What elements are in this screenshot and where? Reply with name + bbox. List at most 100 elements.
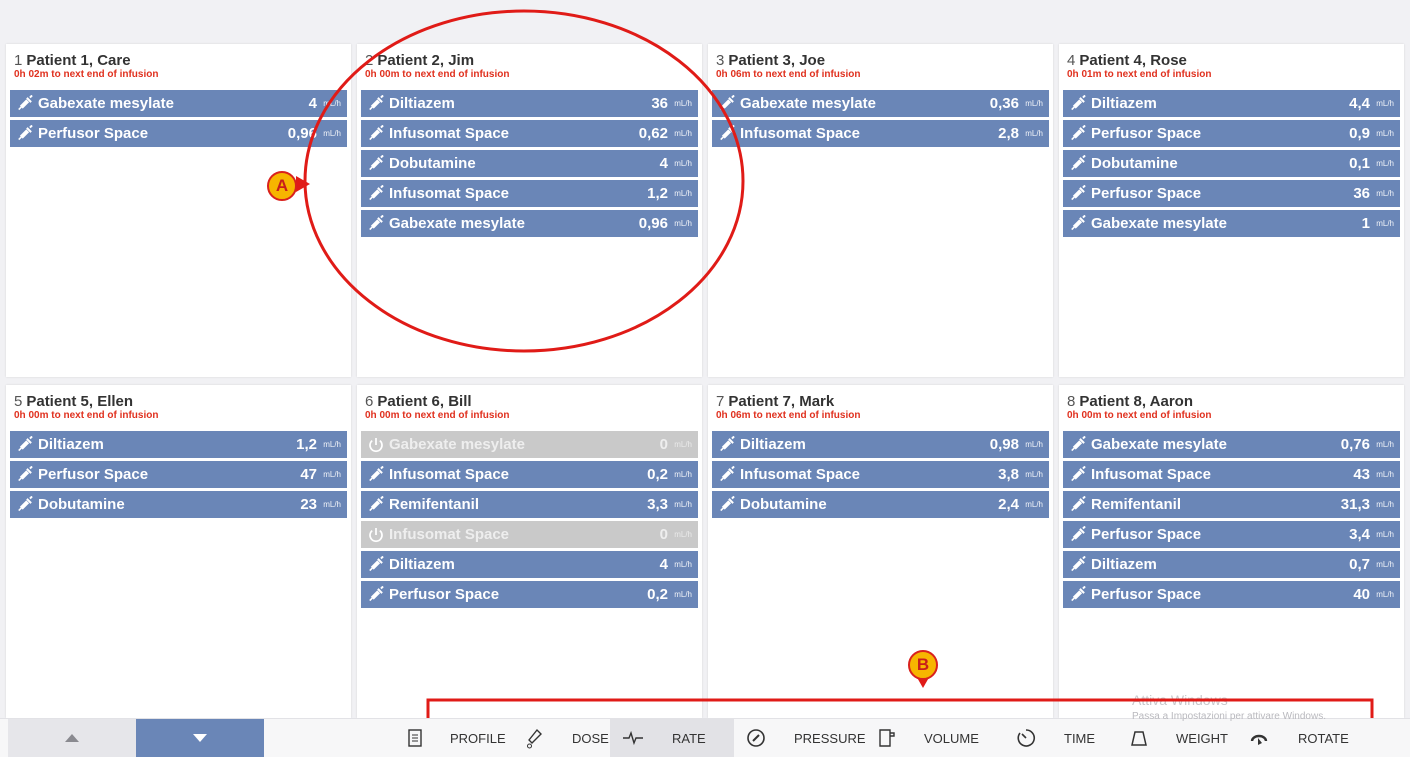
infusion-row[interactable]: Gabexate mesylate 0 mL/h xyxy=(361,431,698,458)
tool-weight[interactable]: WEIGHT xyxy=(1118,719,1236,757)
scroll-up-button[interactable] xyxy=(8,719,136,757)
infusion-row[interactable]: Diltiazem 0,98 mL/h xyxy=(712,431,1049,458)
rate-unit: mL/h xyxy=(674,129,692,138)
pressure-icon xyxy=(746,728,780,748)
infusion-row[interactable]: Gabexate mesylate 1 mL/h xyxy=(1063,210,1400,237)
rate-unit: mL/h xyxy=(1376,129,1394,138)
infusion-row[interactable]: Dobutamine 2,4 mL/h xyxy=(712,491,1049,518)
patient-card[interactable]: 5 Patient 5, Ellen 0h 00m to next end of i… xyxy=(6,385,351,718)
infusion-row[interactable]: Infusomat Space 1,2 mL/h xyxy=(361,180,698,207)
patient-name: Patient 1, Care xyxy=(26,52,131,69)
drug-name: Dobutamine xyxy=(740,496,827,513)
drug-name: Perfusor Space xyxy=(38,466,149,483)
drug-name: Perfusor Space xyxy=(38,125,149,142)
rate-unit: mL/h xyxy=(1376,189,1394,198)
infusion-row[interactable]: Remifentanil 3,3 mL/h xyxy=(361,491,698,518)
infusion-row[interactable]: Gabexate mesylate 0,36 mL/h xyxy=(712,90,1049,117)
bed-number: 4 xyxy=(1067,52,1076,69)
power-icon xyxy=(367,436,385,454)
drug-name: Gabexate mesylate xyxy=(740,95,876,112)
rate-unit: mL/h xyxy=(674,530,692,539)
patient-card[interactable]: 7 Patient 7, Mark 0h 06m to next end of in… xyxy=(708,385,1053,718)
syringe-icon xyxy=(1069,94,1087,113)
patient-card[interactable]: 2 Patient 2, Jim 0h 00m to next end of inf… xyxy=(357,44,702,377)
rate-unit: mL/h xyxy=(674,440,692,449)
infusion-row[interactable]: Diltiazem 4 mL/h xyxy=(361,551,698,578)
tool-pressure[interactable]: PRESSURE xyxy=(734,719,866,757)
patient-card[interactable]: 1 Patient 1, Care 0h 02m to next end of in… xyxy=(6,44,351,377)
rate-unit: mL/h xyxy=(674,560,692,569)
tool-time[interactable]: TIME xyxy=(1004,719,1118,757)
rate-unit: mL/h xyxy=(674,189,692,198)
infusion-row[interactable]: Infusomat Space 0,2 mL/h xyxy=(361,461,698,488)
tool-rotate[interactable]: ROTATE xyxy=(1236,719,1354,757)
tool-rate[interactable]: RATE xyxy=(610,719,734,757)
infusion-row[interactable]: Dobutamine 4 mL/h xyxy=(361,150,698,177)
infusion-row[interactable]: Infusomat Space 2,8 mL/h xyxy=(712,120,1049,147)
patient-header: 5 Patient 5, Ellen 0h 00m to next end of i… xyxy=(10,394,347,431)
infusion-row[interactable]: Diltiazem 1,2 mL/h xyxy=(10,431,347,458)
infusion-row[interactable]: Perfusor Space 47 mL/h xyxy=(10,461,347,488)
drug-name: Infusomat Space xyxy=(740,466,861,483)
scroll-down-button[interactable] xyxy=(136,719,264,757)
drug-name: Infusomat Space xyxy=(389,125,510,142)
patient-header: 6 Patient 6, Bill 0h 00m to next end of in… xyxy=(361,394,698,431)
syringe-icon xyxy=(367,184,385,203)
infusion-rate: 4 xyxy=(308,95,317,112)
syringe-icon xyxy=(16,435,34,454)
infusion-row[interactable]: Perfusor Space 3,4 mL/h xyxy=(1063,521,1400,548)
drug-name: Diltiazem xyxy=(389,95,455,112)
infusion-row[interactable]: Gabexate mesylate 0,96 mL/h xyxy=(361,210,698,237)
drug-name: Infusomat Space xyxy=(389,466,510,483)
patient-card[interactable]: 3 Patient 3, Joe 0h 06m to next end of inf… xyxy=(708,44,1053,377)
infusion-rate: 40 xyxy=(1353,586,1370,603)
infusion-rate: 23 xyxy=(300,496,317,513)
infusion-row[interactable]: Diltiazem 0,7 mL/h xyxy=(1063,551,1400,578)
rate-unit: mL/h xyxy=(1376,560,1394,569)
syringe-icon xyxy=(1069,154,1087,173)
tool-profile[interactable]: PROFILE xyxy=(396,719,514,757)
infusion-row[interactable]: Infusomat Space 0 mL/h xyxy=(361,521,698,548)
drug-name: Diltiazem xyxy=(1091,556,1157,573)
infusion-row[interactable]: Perfusor Space 36 mL/h xyxy=(1063,180,1400,207)
infusion-row[interactable]: Remifentanil 31,3 mL/h xyxy=(1063,491,1400,518)
patient-card[interactable]: 6 Patient 6, Bill 0h 00m to next end of in… xyxy=(357,385,702,718)
infusion-row[interactable]: Diltiazem 4,4 mL/h xyxy=(1063,90,1400,117)
infusion-rate: 0,2 xyxy=(647,466,668,483)
patient-header: 7 Patient 7, Mark 0h 06m to next end of in… xyxy=(712,394,1049,431)
patient-title: 6 Patient 6, Bill xyxy=(365,394,698,410)
infusion-row[interactable]: Perfusor Space 0,96 mL/h xyxy=(10,120,347,147)
infusion-row[interactable]: Gabexate mesylate 4 mL/h xyxy=(10,90,347,117)
syringe-icon xyxy=(367,154,385,173)
infusion-row[interactable]: Infusomat Space 43 mL/h xyxy=(1063,461,1400,488)
bed-number: 3 xyxy=(716,52,725,69)
patient-title: 3 Patient 3, Joe xyxy=(716,53,1049,69)
syringe-icon xyxy=(718,495,736,514)
patient-card[interactable]: 8 Patient 8, Aaron 0h 00m to next end of i… xyxy=(1059,385,1404,718)
infusion-row[interactable]: Diltiazem 36 mL/h xyxy=(361,90,698,117)
infusion-rate: 3,4 xyxy=(1349,526,1370,543)
infusion-countdown: 0h 06m to next end of infusion xyxy=(716,410,861,421)
infusion-row[interactable]: Infusomat Space 3,8 mL/h xyxy=(712,461,1049,488)
drug-name: Perfusor Space xyxy=(389,586,500,603)
tool-dose[interactable]: DOSE xyxy=(514,719,610,757)
patient-title: 1 Patient 1, Care xyxy=(14,53,347,69)
infusion-row[interactable]: Perfusor Space 0,2 mL/h xyxy=(361,581,698,608)
syringe-icon xyxy=(16,465,34,484)
infusion-row[interactable]: Dobutamine 0,1 mL/h xyxy=(1063,150,1400,177)
patient-header: 8 Patient 8, Aaron 0h 00m to next end of i… xyxy=(1063,394,1400,431)
infusion-rate: 2,8 xyxy=(998,125,1019,142)
infusion-row[interactable]: Dobutamine 23 mL/h xyxy=(10,491,347,518)
patient-header: 4 Patient 4, Rose 0h 01m to next end of in… xyxy=(1063,53,1400,90)
infusion-row[interactable]: Perfusor Space 0,9 mL/h xyxy=(1063,120,1400,147)
annotation-badge-b: B xyxy=(908,650,938,680)
syringe-icon xyxy=(718,465,736,484)
infusion-row[interactable]: Perfusor Space 40 mL/h xyxy=(1063,581,1400,608)
tool-volume[interactable]: VOLUME xyxy=(866,719,1004,757)
rate-unit: mL/h xyxy=(674,159,692,168)
infusion-rate: 2,4 xyxy=(998,496,1019,513)
time-icon xyxy=(1016,728,1050,748)
patient-card[interactable]: 4 Patient 4, Rose 0h 01m to next end of in… xyxy=(1059,44,1404,377)
infusion-row[interactable]: Gabexate mesylate 0,76 mL/h xyxy=(1063,431,1400,458)
infusion-row[interactable]: Infusomat Space 0,62 mL/h xyxy=(361,120,698,147)
